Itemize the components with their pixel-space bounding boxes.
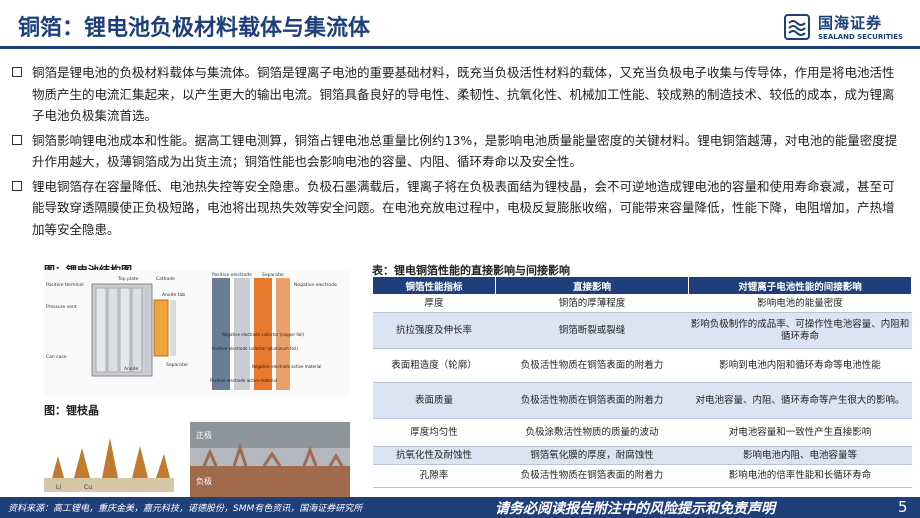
battery-structure-diagram: Positive terminal Top plate Cathode Pres…: [44, 270, 350, 396]
bullet-list: 铜箔是锂电池的负极材料载体与集流体。铜箔是锂离子电池的重要基础材料，既充当负极活…: [12, 62, 898, 243]
label-li: Li: [56, 484, 61, 491]
bullet-text: 铜箔是锂电池的负极材料载体与集流体。铜箔是锂离子电池的重要基础材料，既充当负极活…: [32, 65, 895, 123]
table-cell: 厚度均匀性: [373, 419, 496, 447]
label-cu-collector: Negative electrode collector (copper foi…: [222, 332, 305, 337]
label-separator-2: Separator: [262, 272, 284, 278]
table-cell: 影响电池内阻、电池容量等: [689, 447, 912, 465]
label-anode: Anode: [124, 366, 139, 372]
label-separator: Separator: [166, 362, 188, 368]
table-cell: 铜箔断裂或裂缝: [496, 313, 689, 349]
source-note: 资料来源：高工锂电，重庆金美，嘉元科技，诺德股份，SMM有色资讯，国海证券研究所: [8, 501, 362, 514]
label-negative: 负极: [196, 476, 212, 486]
table-cell: 负极活性物质在铜箔表面的附着力: [496, 465, 689, 488]
table-cell: 影响到电池内阻和循环寿命等电池性能: [689, 349, 912, 383]
table-cell: 负极活性物质在铜箔表面的附着力: [496, 349, 689, 383]
label-negative-electrode: Negative electrode: [294, 282, 337, 288]
table-cell: 对电池容量、内阻、循环寿命等产生很大的影响。: [689, 383, 912, 419]
label-positive: 正极: [196, 430, 212, 440]
copper-foil-impact-table: 铜箔性能指标 直接影响 对锂离子电池性能的间接影响 厚度 铜箔的厚薄程度 影响电…: [372, 276, 912, 488]
sealand-logo-icon: [784, 14, 810, 40]
bullet-item: 铜箔是锂电池的负极材料载体与集流体。铜箔是锂离子电池的重要基础材料，既充当负极活…: [12, 62, 898, 127]
table-cell: 抗拉强度及伸长率: [373, 313, 496, 349]
table-row: 厚度均匀性 负极涂敷活性物质的质量的波动 对电池容量和一致性产生直接影响: [373, 419, 912, 447]
label-pressure-vent: Pressure vent: [46, 304, 77, 310]
logo-text-cn: 国海证券: [818, 12, 882, 33]
page-title: 铜箔：锂电池负极材料载体与集流体: [18, 10, 370, 42]
table-cell: 负极活性物质在铜箔表面的附着力: [496, 383, 689, 419]
table-cell: 影响负极制作的成品率、可操作性电池容量、内阻和循环寿命: [689, 313, 912, 349]
table-cell: 负极涂敷活性物质的质量的波动: [496, 419, 689, 447]
table-cell: 表面粗造度（轮廓）: [373, 349, 496, 383]
table-cell: 铜箔氧化膜的厚度，耐腐蚀性: [496, 447, 689, 465]
bullet-item: 锂电铜箔存在容量降低、电池热失控等安全隐患。负极石墨满载后，锂离子将在负极表面结…: [12, 176, 898, 241]
table-row: 厚度 铜箔的厚薄程度 影响电池的能量密度: [373, 295, 912, 313]
table-row: 表面粗造度（轮廓） 负极活性物质在铜箔表面的附着力 影响到电池内阻和循环寿命等电…: [373, 349, 912, 383]
title-divider: [0, 46, 920, 49]
label-can-case: Can case: [46, 354, 67, 360]
bullet-text: 铜箔影响锂电池成本和性能。据高工锂电测算，铜箔占锂电池总重量比例约13%，是影响…: [32, 133, 897, 170]
table-cell: 厚度: [373, 295, 496, 313]
table-cell: 抗氧化性及耐蚀性: [373, 447, 496, 465]
label-positive-terminal: Positive terminal: [46, 282, 84, 288]
table-cell: 影响电池的能量密度: [689, 295, 912, 313]
table-row: 孔隙率 负极活性物质在铜箔表面的附着力 影响电池的倍率性能和长循环寿命: [373, 465, 912, 488]
disclaimer: 请务必阅读报告附注中的风险提示和免责声明: [495, 498, 775, 518]
square-bullet-icon: [12, 135, 22, 145]
label-cathode: Cathode: [156, 276, 175, 282]
table-cell: 铜箔的厚薄程度: [496, 295, 689, 313]
label-cu: Cu: [84, 484, 92, 491]
table-cell: 对电池容量和一致性产生直接影响: [689, 419, 912, 447]
footer-bar: 资料来源：高工锂电，重庆金美，嘉元科技，诺德股份，SMM有色资讯，国海证券研究所…: [0, 497, 920, 518]
table-header: 铜箔性能指标: [373, 277, 496, 295]
table-row: 抗氧化性及耐蚀性 铜箔氧化膜的厚度，耐腐蚀性 影响电池内阻、电池容量等: [373, 447, 912, 465]
logo-text-en: SEALAND SECURITIES: [818, 33, 903, 41]
table-row: 抗拉强度及伸长率 铜箔断裂或裂缝 影响负极制作的成品率、可操作性电池容量、内阻和…: [373, 313, 912, 349]
table-row: 表面质量 负极活性物质在铜箔表面的附着力 对电池容量、内阻、循环寿命等产生很大的…: [373, 383, 912, 419]
table-header: 对锂离子电池性能的间接影响: [689, 277, 912, 295]
square-bullet-icon: [12, 181, 22, 191]
company-logo: 国海证券 SEALAND SECURITIES: [784, 12, 910, 46]
page-number: 5: [898, 498, 908, 516]
table-cell: 孔隙率: [373, 465, 496, 488]
label-anode-tab: Anode tab: [162, 292, 185, 298]
table-cell: 影响电池的倍率性能和长循环寿命: [689, 465, 912, 488]
bullet-text: 锂电铜箔存在容量降低、电池热失控等安全隐患。负极石墨满载后，锂离子将在负极表面结…: [32, 179, 895, 237]
label-top-plate: Top plate: [117, 276, 139, 282]
lithium-dendrite-image: Li Cu 正极 负极: [44, 418, 350, 500]
square-bullet-icon: [12, 67, 22, 77]
label-al-collector: Positive electrode collector (aluminum f…: [212, 346, 298, 351]
figure2-caption: 图：锂枝晶: [44, 402, 99, 418]
label-negative-active: Negative electrode active material: [252, 364, 321, 369]
table-cell: 表面质量: [373, 383, 496, 419]
table-header: 直接影响: [496, 277, 689, 295]
label-positive-active: Positive electrode active material: [210, 378, 277, 383]
bullet-item: 铜箔影响锂电池成本和性能。据高工锂电测算，铜箔占锂电池总重量比例约13%，是影响…: [12, 130, 898, 173]
label-positive-electrode: Positive electrode: [212, 272, 252, 278]
